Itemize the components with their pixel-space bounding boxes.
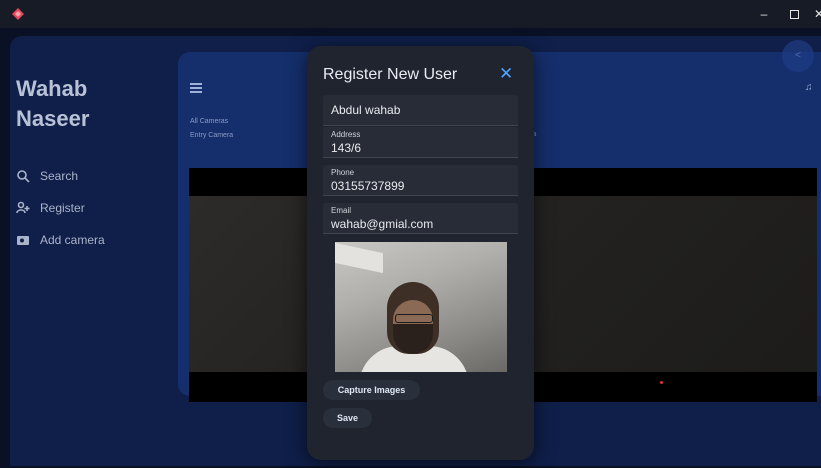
email-label: Email: [331, 206, 352, 215]
bell-icon[interactable]: ♫: [805, 82, 815, 94]
menu-icon[interactable]: [190, 83, 202, 93]
sidebar-item-search[interactable]: Search: [16, 160, 105, 192]
maximize-icon: [789, 10, 799, 19]
photo-person-glasses: [395, 314, 433, 323]
recording-dot: [660, 381, 663, 384]
user-name: Wahab Naseer: [16, 76, 90, 131]
close-icon[interactable]: ✕: [499, 64, 513, 84]
sidebar-item-add-camera[interactable]: Add camera: [16, 224, 105, 256]
capture-images-button[interactable]: Capture Images: [323, 380, 420, 400]
maximize-button[interactable]: [786, 6, 802, 22]
address-field[interactable]: Address 143/6: [323, 127, 518, 158]
close-window-button[interactable]: ✕: [811, 6, 821, 22]
email-value: wahab@gmial.com: [331, 217, 434, 231]
save-button[interactable]: Save: [323, 408, 372, 428]
app-logo-icon: [12, 8, 24, 20]
phone-label: Phone: [331, 168, 355, 177]
register-user-modal: Register New User ✕ Abdul wahab Address …: [307, 46, 534, 460]
address-value: 143/6: [331, 141, 362, 155]
camera-list-item[interactable]: Entry Camera: [190, 129, 233, 143]
minimize-button[interactable]: –: [756, 6, 772, 22]
window-titlebar: – ✕: [0, 0, 821, 28]
modal-title: Register New User: [323, 66, 458, 83]
sidebar-item-label: Register: [40, 201, 85, 215]
name-value: Abdul wahab: [331, 103, 401, 117]
user-add-icon: [16, 201, 30, 214]
address-label: Address: [331, 130, 361, 139]
sidebar-nav: Search Register Add camera: [16, 160, 105, 256]
email-field[interactable]: Email wahab@gmial.com: [323, 203, 518, 234]
phone-field[interactable]: Phone 03155737899: [323, 165, 518, 196]
captured-photo: [335, 242, 507, 372]
camera-list-item[interactable]: All Cameras: [190, 115, 233, 129]
camera-list: All Cameras Entry Camera: [190, 115, 233, 143]
name-field[interactable]: Abdul wahab: [323, 95, 518, 126]
sidebar-item-label: Add camera: [40, 233, 105, 247]
search-icon: [17, 170, 30, 183]
photo-background-object: [335, 242, 383, 274]
sidebar-item-label: Search: [40, 169, 79, 183]
camera-icon: [17, 236, 29, 245]
sidebar-item-register[interactable]: Register: [16, 192, 105, 224]
phone-value: 03155737899: [331, 179, 405, 193]
